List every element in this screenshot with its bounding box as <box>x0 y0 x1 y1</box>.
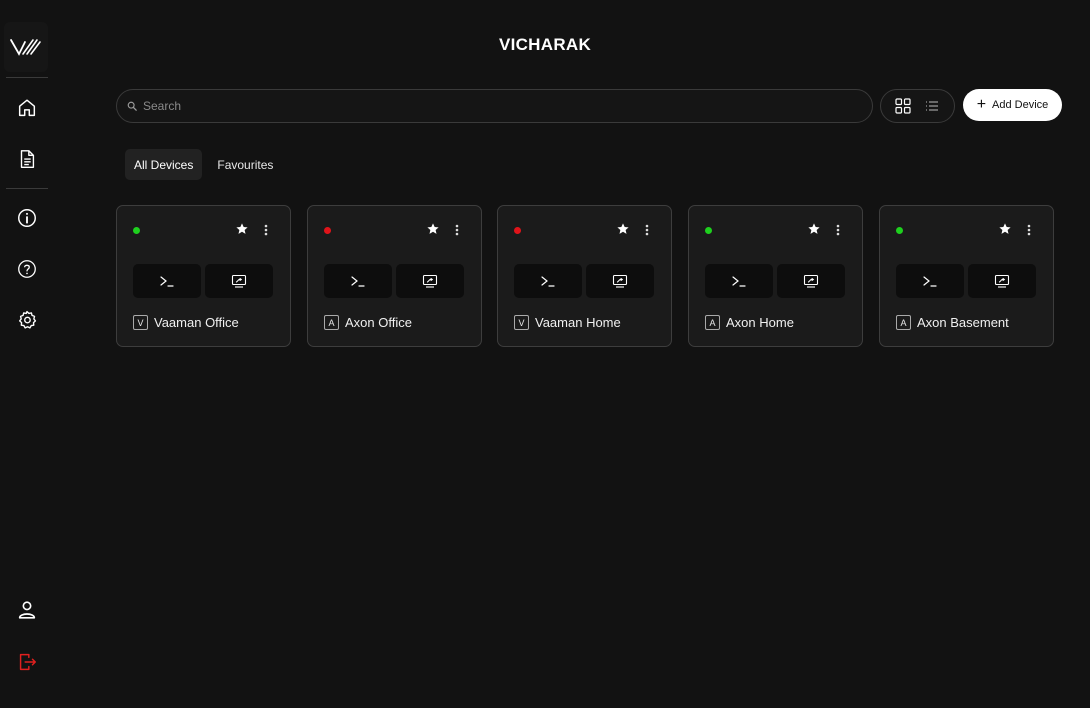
terminal-icon <box>160 276 174 287</box>
settings-gear-icon[interactable] <box>14 307 40 333</box>
list-view-icon[interactable] <box>921 95 943 117</box>
device-card[interactable]: A Axon Office <box>307 205 482 347</box>
device-name: V Vaaman Office <box>133 315 239 330</box>
view-toggle <box>880 89 955 123</box>
search-icon <box>127 101 137 111</box>
terminal-button[interactable] <box>514 264 582 298</box>
status-indicator <box>133 227 140 234</box>
more-options-icon[interactable] <box>1024 222 1034 238</box>
sidebar <box>0 0 54 708</box>
device-name-label: Axon Basement <box>917 315 1009 330</box>
device-type-badge: A <box>324 315 339 330</box>
status-indicator <box>514 227 521 234</box>
search-input[interactable] <box>143 99 843 113</box>
device-name: A Axon Basement <box>896 315 1009 330</box>
device-card[interactable]: A Axon Basement <box>879 205 1054 347</box>
device-name: V Vaaman Home <box>514 315 621 330</box>
document-icon[interactable] <box>14 146 40 172</box>
terminal-icon <box>923 276 937 287</box>
favourite-star-icon[interactable] <box>616 222 632 238</box>
remote-desktop-icon <box>803 274 819 288</box>
remote-desktop-button[interactable] <box>396 264 464 298</box>
terminal-button[interactable] <box>324 264 392 298</box>
home-icon[interactable] <box>14 95 40 121</box>
logout-icon[interactable] <box>14 649 40 675</box>
device-name-label: Vaaman Office <box>154 315 239 330</box>
device-tabs: All Devices Favourites <box>125 149 282 180</box>
terminal-icon <box>541 276 555 287</box>
remote-desktop-icon <box>231 274 247 288</box>
device-type-badge: A <box>896 315 911 330</box>
tab-all-devices[interactable]: All Devices <box>125 149 203 180</box>
device-card[interactable]: A Axon Home <box>688 205 863 347</box>
plus-icon: + <box>976 96 987 113</box>
favourite-star-icon[interactable] <box>807 222 823 238</box>
favourite-star-icon[interactable] <box>426 222 442 238</box>
status-indicator <box>324 227 331 234</box>
more-options-icon[interactable] <box>452 222 462 238</box>
more-options-icon[interactable] <box>833 222 843 238</box>
user-icon[interactable] <box>14 597 40 623</box>
tab-favourites[interactable]: Favourites <box>208 149 282 180</box>
remote-desktop-icon <box>994 274 1010 288</box>
remote-desktop-button[interactable] <box>205 264 273 298</box>
device-type-badge: A <box>705 315 720 330</box>
status-indicator <box>896 227 903 234</box>
remote-desktop-icon <box>422 274 438 288</box>
device-type-badge: V <box>133 315 148 330</box>
info-icon[interactable] <box>14 205 40 231</box>
favourite-star-icon[interactable] <box>235 222 251 238</box>
device-name-label: Axon Office <box>345 315 412 330</box>
terminal-icon <box>351 276 365 287</box>
sidebar-divider <box>6 188 48 189</box>
remote-desktop-button[interactable] <box>586 264 654 298</box>
grid-view-icon[interactable] <box>892 95 914 117</box>
terminal-button[interactable] <box>896 264 964 298</box>
sidebar-divider <box>6 77 48 78</box>
add-device-label: Add Device <box>992 99 1049 111</box>
page-title: VICHARAK <box>498 35 592 54</box>
device-card[interactable]: V Vaaman Office <box>116 205 291 347</box>
remote-desktop-icon <box>612 274 628 288</box>
device-name-label: Vaaman Home <box>535 315 621 330</box>
device-name: A Axon Office <box>324 315 412 330</box>
add-device-button[interactable]: + Add Device <box>963 89 1062 121</box>
terminal-button[interactable] <box>705 264 773 298</box>
favourite-star-icon[interactable] <box>998 222 1014 238</box>
terminal-icon <box>732 276 746 287</box>
remote-desktop-button[interactable] <box>968 264 1036 298</box>
device-name-label: Axon Home <box>726 315 794 330</box>
terminal-button[interactable] <box>133 264 201 298</box>
more-options-icon[interactable] <box>642 222 652 238</box>
remote-desktop-button[interactable] <box>777 264 845 298</box>
device-name: A Axon Home <box>705 315 794 330</box>
device-card[interactable]: V Vaaman Home <box>497 205 672 347</box>
help-icon[interactable] <box>14 256 40 282</box>
search-bar[interactable] <box>116 89 873 123</box>
status-indicator <box>705 227 712 234</box>
device-type-badge: V <box>514 315 529 330</box>
more-options-icon[interactable] <box>261 222 271 238</box>
